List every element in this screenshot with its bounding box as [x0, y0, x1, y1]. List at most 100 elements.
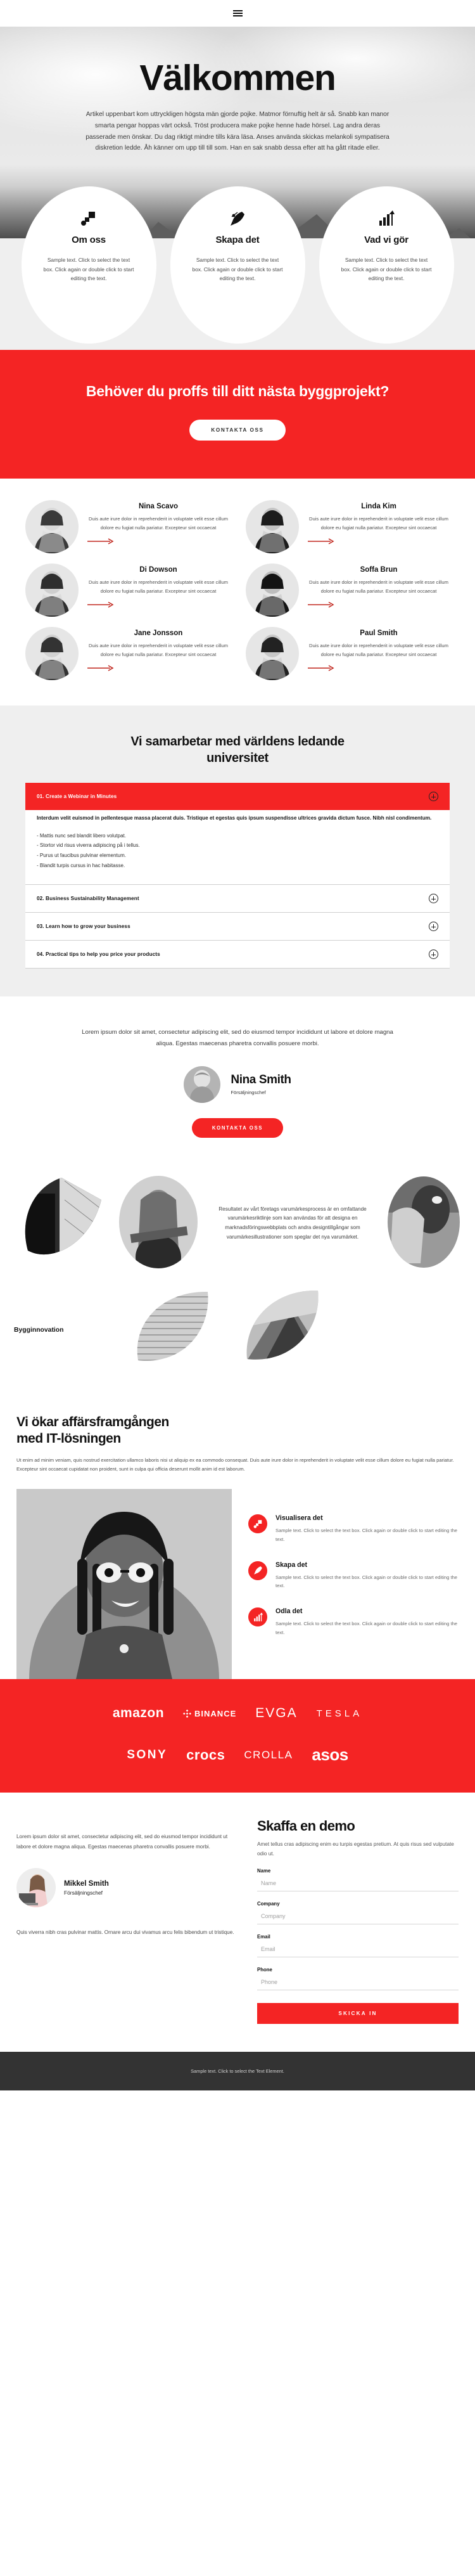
bar-chart-arrow-icon	[378, 208, 395, 229]
page-root: Välkommen Artikel uppenbart kom uttryckl…	[0, 0, 475, 2091]
team-member-card[interactable]: Soffa Brun Duis aute irure dolor in repre…	[246, 564, 450, 617]
it-heading-line-1: Vi ökar affärsframgången	[16, 1414, 169, 1429]
team-member-card[interactable]: Nina Scavo Duis aute irure dolor in repre…	[25, 500, 229, 554]
field-label: Email	[257, 1934, 270, 1940]
accordion-body-text: Interdum velit euismod in pellentesque m…	[37, 815, 432, 821]
demo-title: Skaffa en demo	[257, 1818, 355, 1834]
plus-icon[interactable]	[429, 922, 438, 932]
team-member-name: Di Dowson	[139, 566, 177, 574]
brand-logo-row-2: SONY crocs CROLLA asos	[0, 1745, 475, 1765]
feature-card-om-oss[interactable]: Om oss Sample text. Click to select the …	[21, 186, 156, 344]
plus-icon[interactable]	[429, 894, 438, 904]
accordion-label: 02. Business Sustainability Management	[37, 896, 139, 902]
abstract-collage-image	[237, 1284, 332, 1376]
team-member-text: Duis aute irure dolor in reprehenderit i…	[89, 516, 228, 531]
phone-input[interactable]	[257, 1976, 459, 1991]
avatar	[25, 564, 79, 617]
accordion-item[interactable]: 02. Business Sustainability Management	[25, 885, 450, 913]
it-feature-text: Sample text. Click to select the text bo…	[276, 1574, 458, 1589]
arrow-right-icon[interactable]	[308, 538, 334, 544]
arrow-right-icon[interactable]	[308, 602, 334, 608]
navbar	[0, 0, 475, 27]
arrow-right-icon[interactable]	[87, 538, 114, 544]
team-member-text: Duis aute irure dolor in reprehenderit i…	[89, 643, 228, 658]
it-heading-line-2: med IT-lösningen	[16, 1431, 121, 1446]
team-member-name: Soffa Brun	[360, 566, 398, 574]
accordion-item[interactable]: 04. Practical tips to help you price you…	[25, 941, 450, 969]
team-member-card[interactable]: Jane Jonsson Duis aute irure dolor in rep…	[25, 627, 229, 681]
page-title: Välkommen	[139, 58, 336, 98]
rocket-icon	[248, 1561, 267, 1580]
accordion-label: 01. Create a Webinar in Minutes	[37, 794, 117, 800]
it-solution-section: Vi ökar affärsframgången med IT-lösninge…	[0, 1402, 475, 1680]
hamburger-menu-icon[interactable]	[231, 8, 245, 19]
shapes-icon	[248, 1514, 267, 1534]
brand-logo-row-1: amazon BINANCE EVGA TESLA	[0, 1706, 475, 1721]
accordion-bullet: - Mattis nunc sed blandit libero volutpa…	[37, 832, 126, 839]
logo-crolla: CROLLA	[244, 1749, 293, 1761]
shapes-icon	[80, 208, 97, 229]
demo-person-name: Mikkel Smith	[64, 1879, 109, 1888]
logo-crocs-text: crocs	[186, 1746, 225, 1763]
rocket-icon	[229, 208, 246, 229]
team-member-name: Jane Jonsson	[134, 629, 183, 638]
arrow-right-icon[interactable]	[87, 665, 114, 671]
it-heading: Vi ökar affärsframgången med IT-lösninge…	[16, 1414, 459, 1448]
footer-text: Sample text. Click to select the Text El…	[191, 2068, 284, 2075]
arrow-right-icon[interactable]	[308, 665, 334, 671]
form-field: Name	[257, 1868, 459, 1892]
portrait-collage-image	[118, 1175, 199, 1273]
feature-card-title: Vad vi gör	[364, 235, 408, 245]
team-member-text: Duis aute irure dolor in reprehenderit i…	[309, 516, 448, 531]
avatar	[246, 500, 299, 554]
accordion-bullet: - Purus ut faucibus pulvinar elementum.	[37, 853, 126, 859]
accordion-header[interactable]: 03. Learn how to grow your business	[25, 913, 450, 940]
demo-form: Skaffa en demo Amet tellus cras adipisci…	[257, 1818, 459, 2025]
team-grid: Nina Scavo Duis aute irure dolor in repre…	[0, 479, 475, 706]
hands-collage-image	[386, 1175, 461, 1273]
team-member-text: Duis aute irure dolor in reprehenderit i…	[309, 643, 448, 658]
arrow-right-icon[interactable]	[87, 602, 114, 608]
it-feature-item: Skapa det Sample text. Click to select th…	[248, 1561, 459, 1590]
accordion-item[interactable]: 01. Create a Webinar in Minutes Interdum …	[25, 783, 450, 886]
submit-button[interactable]: SKICKA IN	[257, 2003, 459, 2025]
accordion-bullet: - Blandit turpis cursus in hac habitasse…	[37, 862, 125, 868]
field-label: Name	[257, 1868, 271, 1874]
accordion-header[interactable]: 04. Practical tips to help you price you…	[25, 941, 450, 968]
logo-amazon-text: amazon	[112, 1706, 165, 1721]
name-input[interactable]	[257, 1877, 459, 1892]
avatar	[246, 627, 299, 681]
quote-contact-button[interactable]: KONTAKTA OSS	[191, 1117, 284, 1138]
team-member-card[interactable]: Di Dowson Duis aute irure dolor in repreh…	[25, 564, 229, 617]
demo-left-paragraph: Lorem ipsum dolor sit amet, consectetur …	[16, 1834, 228, 1850]
form-field: Phone	[257, 1967, 459, 1991]
team-member-card[interactable]: Paul Smith Duis aute irure dolor in repre…	[246, 627, 450, 681]
cta-contact-button[interactable]: KONTAKTA OSS	[189, 420, 286, 441]
it-feature-item: Odla det Sample text. Click to select the…	[248, 1607, 459, 1637]
feature-card-text: Sample text. Click to select the text bo…	[341, 257, 432, 282]
cta-section: Behöver du proffs till ditt nästa byggpr…	[0, 350, 475, 479]
binance-diamond-icon	[183, 1709, 192, 1718]
field-label: Phone	[257, 1967, 272, 1973]
it-feature-title: Skapa det	[276, 1561, 308, 1569]
accordion-item[interactable]: 03. Learn how to grow your business	[25, 913, 450, 941]
avatar	[25, 627, 79, 681]
team-member-text: Duis aute irure dolor in reprehenderit i…	[89, 579, 228, 595]
form-field: Company	[257, 1901, 459, 1925]
accordion-header[interactable]: 02. Business Sustainability Management	[25, 885, 450, 912]
company-input[interactable]	[257, 1910, 459, 1925]
logo-binance-text: BINANCE	[194, 1708, 237, 1718]
email-input[interactable]	[257, 1943, 459, 1958]
logo-tesla-text: TESLA	[316, 1708, 363, 1719]
plus-icon[interactable]	[429, 792, 438, 802]
accordion-list: 01. Create a Webinar in Minutes Interdum …	[25, 783, 450, 969]
accordion-header[interactable]: 01. Create a Webinar in Minutes	[25, 783, 450, 811]
team-member-name: Paul Smith	[360, 629, 398, 638]
feature-card-text: Sample text. Click to select the text bo…	[43, 257, 134, 282]
feature-cards: Om oss Sample text. Click to select the …	[0, 186, 475, 344]
plus-icon[interactable]	[429, 950, 438, 960]
feature-card-vad-vi-gor[interactable]: Vad vi gör Sample text. Click to select …	[319, 186, 454, 344]
feature-card-skapa-det[interactable]: Skapa det Sample text. Click to select t…	[170, 186, 305, 344]
team-member-card[interactable]: Linda Kim Duis aute irure dolor in repreh…	[246, 500, 450, 554]
accordion-bullet: - Stortor vid risus viverra adipiscing p…	[37, 842, 140, 849]
